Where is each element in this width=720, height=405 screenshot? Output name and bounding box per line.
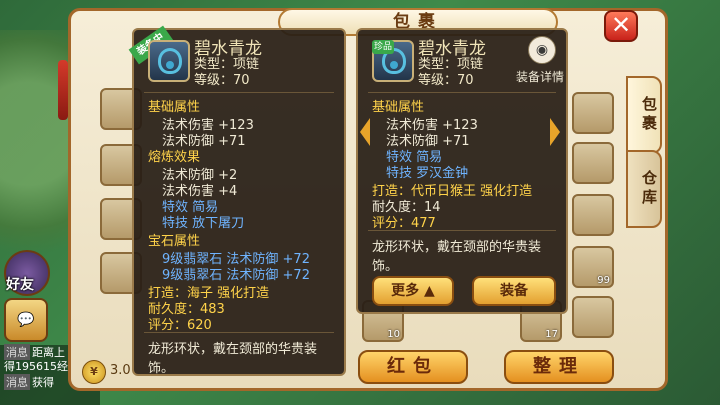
inventory-slot[interactable] bbox=[572, 296, 614, 338]
compare-item-panel: 珍品 碧水青龙 类型：项链 等级：70 ◉ 装备详情 基础属性 法术伤害 +12… bbox=[356, 28, 568, 314]
item-level: 等级：70 bbox=[418, 73, 474, 88]
inventory-slot[interactable] bbox=[572, 92, 614, 134]
close-icon: ✕ bbox=[610, 11, 632, 39]
necklace-icon bbox=[148, 40, 190, 82]
gem-row: 9级翡翠石 法术防御 +72 bbox=[162, 268, 310, 283]
chat-line-2: 得195615经 bbox=[4, 360, 68, 373]
special-skill-row: 特技 罗汉金钟 bbox=[386, 166, 469, 181]
gem-attributes-title: 宝石属性 bbox=[148, 234, 201, 249]
red-packet-button[interactable]: 红包 bbox=[358, 350, 468, 384]
currency-value: 3.0 bbox=[110, 363, 131, 378]
currency-icon: ¥ bbox=[82, 360, 106, 384]
tab-bag[interactable]: 包裹 bbox=[626, 76, 662, 154]
divider bbox=[144, 332, 334, 333]
chevron-up-icon: ▲ bbox=[424, 283, 435, 299]
divider bbox=[144, 92, 334, 93]
background-lantern bbox=[58, 60, 68, 120]
inventory-slot[interactable] bbox=[572, 194, 614, 236]
special-skill-row: 特技 放下屠刀 bbox=[162, 216, 245, 231]
refine-title: 熔炼效果 bbox=[148, 150, 201, 165]
score-row: 评分：477 bbox=[372, 216, 436, 231]
item-description: 龙形环状，戴在颈部的华贵装饰。 bbox=[372, 240, 542, 274]
previous-arrow-icon[interactable] bbox=[360, 118, 370, 146]
score-row: 评分：620 bbox=[148, 318, 212, 333]
item-description: 龙形环状，戴在颈部的华贵装饰。 bbox=[148, 342, 318, 376]
chat-line-3: 消息 获得 bbox=[4, 374, 54, 390]
inventory-slot[interactable]: 99 bbox=[572, 246, 614, 288]
equipped-item-panel: 装备中 碧水青龙 类型：项链 等级：70 基础属性 法术伤害 +123 法术防御… bbox=[128, 25, 346, 376]
close-button[interactable]: ✕ bbox=[604, 10, 638, 42]
equipment-detail-label[interactable]: 装备详情 bbox=[516, 68, 564, 85]
chat-bubble-icon: 💬 bbox=[17, 312, 35, 328]
more-button[interactable]: 更多 ▲ bbox=[372, 276, 454, 306]
divider bbox=[368, 92, 556, 93]
item-level: 等级：70 bbox=[194, 73, 250, 88]
chat-icon-button[interactable]: 💬 bbox=[4, 298, 48, 342]
eye-icon[interactable]: ◉ bbox=[528, 36, 556, 64]
base-attributes-title: 基础属性 bbox=[372, 100, 425, 115]
base-attributes-title: 基础属性 bbox=[148, 100, 201, 115]
friend-label: 好友 bbox=[6, 277, 34, 293]
inventory-slot[interactable] bbox=[572, 142, 614, 184]
equip-button[interactable]: 装备 bbox=[472, 276, 556, 306]
divider bbox=[368, 230, 556, 231]
next-arrow-icon[interactable] bbox=[550, 118, 560, 146]
prize-tag: 珍品 bbox=[372, 40, 394, 54]
organize-button[interactable]: 整理 bbox=[504, 350, 614, 384]
tab-warehouse[interactable]: 仓库 bbox=[626, 150, 662, 228]
